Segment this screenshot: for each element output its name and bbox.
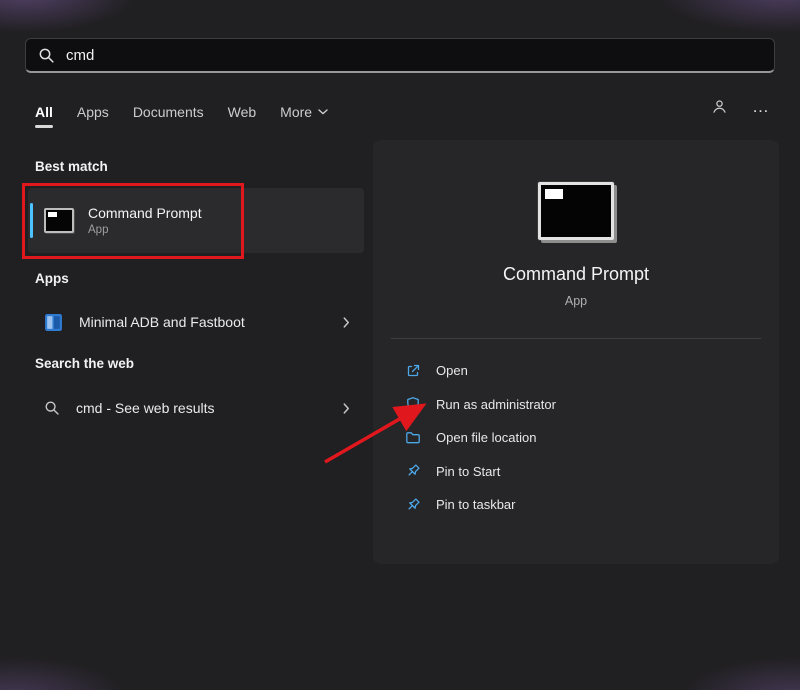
search-web-heading: Search the web xyxy=(35,356,134,371)
command-prompt-icon-large xyxy=(538,182,614,240)
list-item-web-results[interactable]: cmd - See web results xyxy=(28,389,364,427)
action-label: Pin to Start xyxy=(436,464,500,479)
preview-title: Command Prompt xyxy=(373,264,779,285)
list-item-label: cmd - See web results xyxy=(76,400,215,416)
tab-all-label: All xyxy=(35,104,53,120)
best-match-subtitle: App xyxy=(88,224,202,236)
pin-icon xyxy=(405,463,421,479)
search-input[interactable] xyxy=(66,47,762,64)
open-icon xyxy=(405,363,421,379)
chevron-right-icon xyxy=(343,403,350,414)
action-label: Run as administrator xyxy=(436,397,556,412)
adb-app-icon xyxy=(44,313,63,332)
search-icon xyxy=(38,47,55,64)
panel-divider xyxy=(391,338,761,339)
search-bar[interactable] xyxy=(25,38,775,73)
command-prompt-icon xyxy=(44,208,74,233)
tab-all[interactable]: All xyxy=(35,104,53,120)
action-label: Open xyxy=(436,363,468,378)
filter-tabs: All Apps Documents Web More xyxy=(35,100,328,124)
tab-web[interactable]: Web xyxy=(228,104,257,120)
preview-subtitle: App xyxy=(373,294,779,308)
action-pin-to-start[interactable]: Pin to Start xyxy=(393,455,759,489)
best-match-item-command-prompt[interactable]: Command Prompt App xyxy=(28,188,364,253)
tab-web-label: Web xyxy=(228,104,257,120)
action-run-as-administrator[interactable]: Run as administrator xyxy=(393,388,759,422)
tab-more[interactable]: More xyxy=(280,104,328,120)
tab-documents-label: Documents xyxy=(133,104,204,120)
preview-panel: Command Prompt App Open Run as administr… xyxy=(373,140,779,564)
chevron-down-icon xyxy=(318,109,328,115)
windows-search-flyout: All Apps Documents Web More … Best match… xyxy=(0,0,800,690)
more-options-button[interactable]: … xyxy=(752,102,770,112)
folder-icon xyxy=(405,430,421,446)
list-item-label: Minimal ADB and Fastboot xyxy=(79,314,245,330)
tab-more-label: More xyxy=(280,104,312,120)
apps-heading: Apps xyxy=(35,271,69,286)
tab-apps[interactable]: Apps xyxy=(77,104,109,120)
action-open[interactable]: Open xyxy=(393,354,759,388)
search-icon xyxy=(44,400,60,416)
account-icon[interactable] xyxy=(711,98,728,115)
selection-accent-bar xyxy=(30,203,33,238)
shield-icon xyxy=(405,396,421,412)
action-label: Pin to taskbar xyxy=(436,497,516,512)
best-match-heading: Best match xyxy=(35,159,108,174)
action-list: Open Run as administrator Open file loca… xyxy=(393,354,759,522)
action-label: Open file location xyxy=(436,430,536,445)
best-match-title: Command Prompt xyxy=(88,205,202,221)
action-open-file-location[interactable]: Open file location xyxy=(393,421,759,455)
tab-documents[interactable]: Documents xyxy=(133,104,204,120)
chevron-right-icon xyxy=(343,317,350,328)
tab-apps-label: Apps xyxy=(77,104,109,120)
list-item-minimal-adb[interactable]: Minimal ADB and Fastboot xyxy=(28,303,364,341)
action-pin-to-taskbar[interactable]: Pin to taskbar xyxy=(393,488,759,522)
topbar-controls: … xyxy=(711,98,770,115)
pin-icon xyxy=(405,497,421,513)
